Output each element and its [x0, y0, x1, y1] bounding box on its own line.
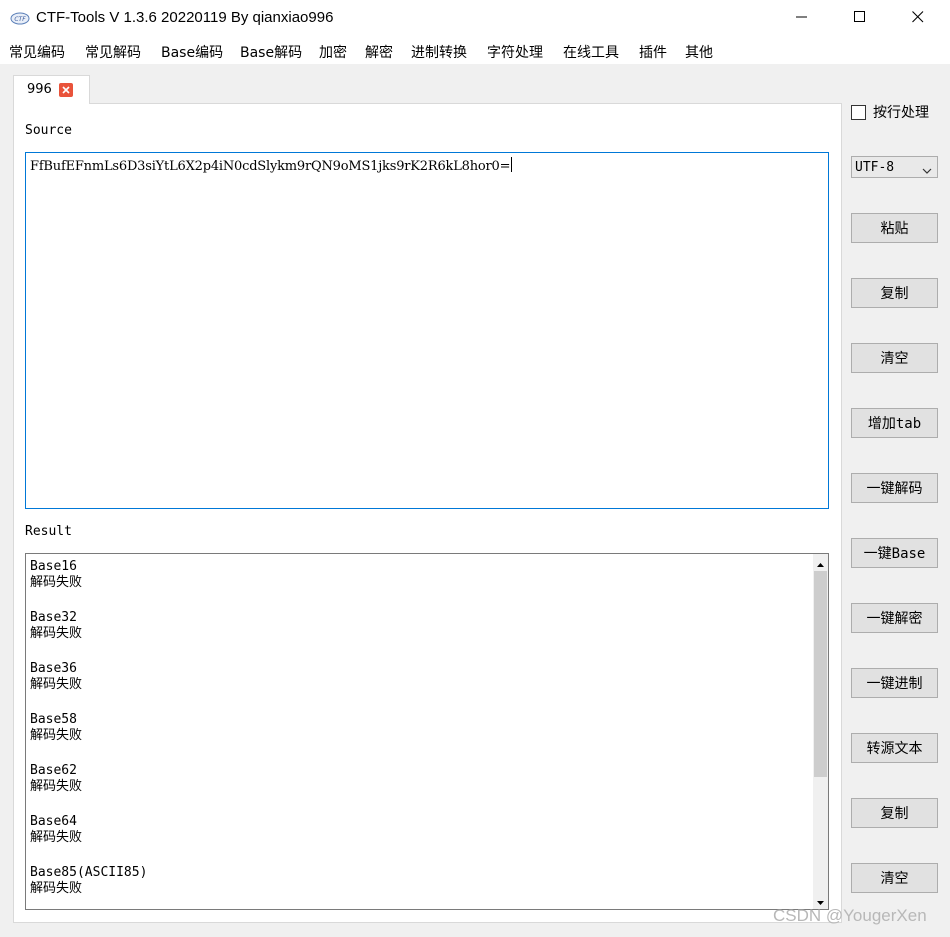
menu-bar: 常见编码 常见解码 Base编码 Base解码 加密 解密 进制转换 字符处理 … [0, 38, 950, 64]
result-entry-name: Base62 [30, 763, 77, 778]
copy-source-button[interactable]: 复制 [851, 278, 938, 308]
result-entry-status: 解码失败 [30, 677, 83, 692]
result-textarea[interactable]: Base16 解码失败 Base32 解码失败 Base36 解码失败 Base… [25, 553, 829, 910]
result-content: Base16 解码失败 Base32 解码失败 Base36 解码失败 Base… [30, 559, 810, 909]
close-window-button[interactable] [888, 0, 948, 38]
result-label: Result [25, 524, 72, 539]
maximize-button[interactable] [830, 0, 890, 38]
source-textarea[interactable]: FfBufEFnmLs6D3siYtL6X2p4iN0cdSlykm9rQN9o… [25, 152, 829, 509]
minimize-button[interactable] [772, 0, 832, 38]
result-entry-name: Base16 [30, 559, 77, 574]
scroll-up-button[interactable] [813, 554, 828, 571]
menu-online-tools[interactable]: 在线工具 [563, 42, 619, 62]
result-entry: Base64 解码失败 [30, 814, 810, 865]
result-entry-name: Base32 [30, 610, 77, 625]
tab-996[interactable]: 996 [13, 75, 90, 104]
watermark: CSDN @YougerXen [773, 906, 927, 925]
result-entry-status: 解码失败 [30, 728, 83, 743]
minimize-icon [796, 11, 808, 27]
result-entry-status: 解码失败 [30, 575, 83, 590]
paste-button[interactable]: 粘贴 [851, 213, 938, 243]
svg-text:CTF: CTF [14, 16, 26, 23]
result-entry-name: Base58 [30, 712, 77, 727]
result-entry-status: 解码失败 [30, 830, 83, 845]
line-by-line-label: 按行处理 [873, 105, 929, 121]
result-entry: Base36 解码失败 [30, 661, 810, 712]
close-icon [912, 11, 924, 27]
result-entry: Base85(ASCII85) 解码失败 [30, 865, 810, 909]
result-scrollbar[interactable] [813, 554, 828, 909]
result-entry-name: Base85(ASCII85) [30, 865, 148, 880]
result-entry: Base16 解码失败 [30, 559, 810, 610]
window-title: CTF-Tools V 1.3.6 20220119 By qianxiao99… [36, 9, 334, 26]
chevron-down-icon [922, 163, 932, 179]
line-by-line-checkbox[interactable] [851, 104, 866, 120]
title-bar: CTF CTF-Tools V 1.3.6 20220119 By qianxi… [0, 0, 950, 38]
result-entry-status: 解码失败 [30, 881, 83, 896]
clear-source-button[interactable]: 清空 [851, 343, 938, 373]
scroll-up-arrow-icon [817, 555, 824, 571]
copy-result-button[interactable]: 复制 [851, 798, 938, 828]
result-entry: Base62 解码失败 [30, 763, 810, 814]
text-caret [511, 157, 513, 172]
menu-common-encode[interactable]: 常见编码 [9, 42, 65, 62]
menu-string-processing[interactable]: 字符处理 [487, 42, 543, 62]
add-tab-button[interactable]: 增加tab [851, 408, 938, 438]
result-entry-name: Base36 [30, 661, 77, 676]
result-entry: Base58 解码失败 [30, 712, 810, 763]
result-entry: Base32 解码失败 [30, 610, 810, 661]
to-source-text-button[interactable]: 转源文本 [851, 733, 938, 763]
result-entry-status: 解码失败 [30, 779, 83, 794]
clear-result-button[interactable]: 清空 [851, 863, 938, 893]
menu-plugins[interactable]: 插件 [639, 42, 667, 62]
menu-base-decode[interactable]: Base解码 [240, 42, 302, 62]
menu-other[interactable]: 其他 [685, 42, 713, 62]
scroll-thumb[interactable] [814, 571, 827, 777]
menu-common-decode[interactable]: 常见解码 [85, 42, 141, 62]
one-click-base-button[interactable]: 一键Base [851, 538, 938, 568]
one-click-decode-button[interactable]: 一键解码 [851, 473, 938, 503]
source-label: Source [25, 123, 72, 138]
line-by-line-option[interactable]: 按行处理 [851, 102, 929, 122]
encoding-select[interactable]: UTF-8 [851, 156, 938, 178]
one-click-radix-button[interactable]: 一键进制 [851, 668, 938, 698]
source-value: FfBufEFnmLs6D3siYtL6X2p4iN0cdSlykm9rQN9o… [30, 159, 511, 174]
encoding-value: UTF-8 [855, 160, 895, 175]
menu-encrypt[interactable]: 加密 [319, 42, 347, 62]
source-text: FfBufEFnmLs6D3siYtL6X2p4iN0cdSlykm9rQN9o… [30, 157, 513, 174]
app-icon: CTF [10, 12, 30, 25]
result-entry-name: Base64 [30, 814, 77, 829]
one-click-decrypt-button[interactable]: 一键解密 [851, 603, 938, 633]
maximize-icon [854, 11, 866, 27]
menu-base-encode[interactable]: Base编码 [161, 42, 223, 62]
menu-base-conversion[interactable]: 进制转换 [411, 42, 467, 62]
close-tab-icon [62, 82, 70, 98]
tab-label: 996 [27, 82, 52, 97]
menu-decrypt[interactable]: 解密 [365, 42, 393, 62]
result-entry-status: 解码失败 [30, 626, 83, 641]
tab-close-button[interactable] [59, 83, 73, 97]
